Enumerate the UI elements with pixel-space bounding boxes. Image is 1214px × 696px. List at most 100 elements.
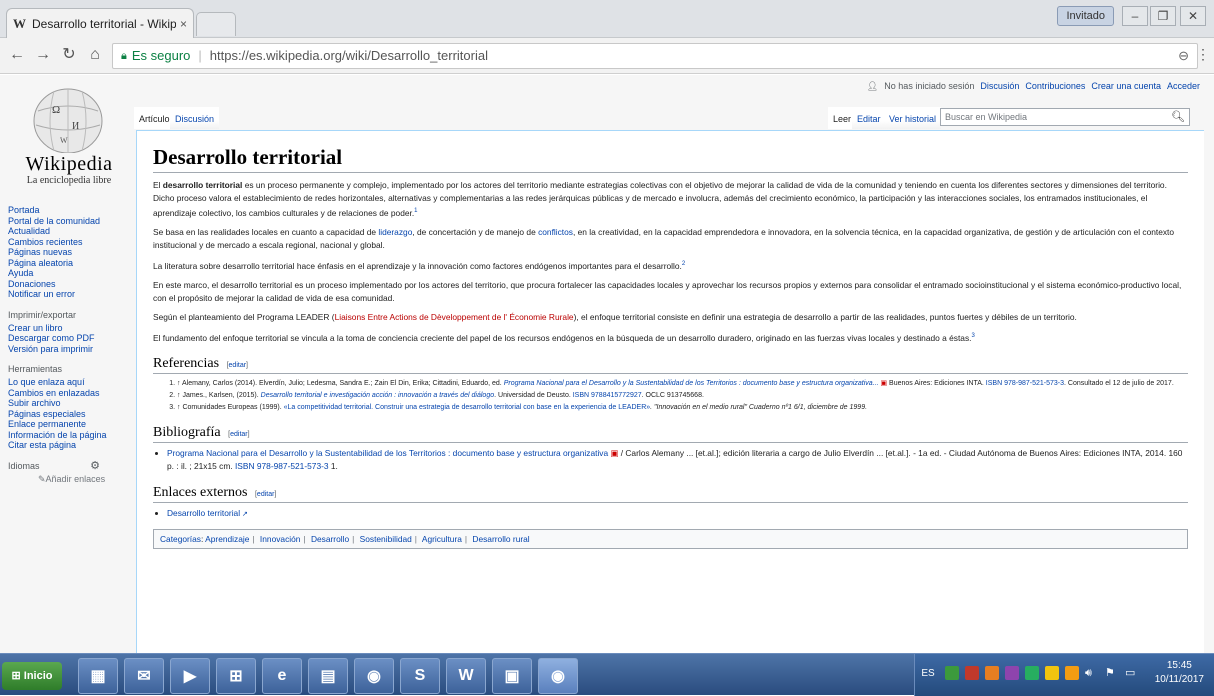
outlook-icon[interactable]: ✉ — [124, 658, 164, 694]
mail-icon[interactable] — [1045, 666, 1059, 680]
sidebar-item-descargar-pdf[interactable]: Descargar como PDF — [8, 333, 128, 344]
sidebar-item-pagina-aleatoria[interactable]: Página aleatoria — [8, 258, 128, 269]
edit-link[interactable]: editar — [257, 491, 275, 498]
sidebar-item-actualidad[interactable]: Actualidad — [8, 226, 128, 237]
network-app-icon[interactable] — [945, 666, 959, 680]
minimize-button[interactable]: – — [1122, 6, 1148, 26]
volume-icon[interactable]: 🔊︎ — [1085, 666, 1099, 680]
tab-close-icon[interactable]: × — [180, 17, 187, 31]
wikipedia-favicon-icon: W — [13, 15, 26, 31]
sidebar-item-citar-pagina[interactable]: Citar esta página — [8, 440, 128, 451]
sidebar-item-enlace-permanente[interactable]: Enlace permanente — [8, 419, 128, 430]
address-bar[interactable]: 🔒︎ Es seguro | https://es.wikipedia.org/… — [112, 43, 1198, 69]
home-icon[interactable]: ⌂ — [84, 44, 106, 66]
skype-icon[interactable]: S — [400, 658, 440, 694]
category-link[interactable]: Aprendizaje — [205, 534, 249, 544]
search-icon[interactable]: 🔍︎ — [1171, 109, 1185, 125]
add-languages-link[interactable]: ✎Añadir enlaces — [8, 474, 128, 485]
reference-link[interactable]: «La competitividad territorial. Construi… — [284, 404, 651, 411]
maximize-button[interactable]: ❐ — [1150, 6, 1176, 26]
sidebar-item-subir-archivo[interactable]: Subir archivo — [8, 398, 128, 409]
category-link[interactable]: Innovación — [260, 534, 301, 544]
apps-grid-icon[interactable]: ⊞ — [216, 658, 256, 694]
isbn-link[interactable]: ISBN 978-987-521-573-3 — [986, 380, 1064, 387]
sidebar-item-notificar-error[interactable]: Notificar un error — [8, 289, 128, 300]
zoom-icon[interactable]: ⊖ — [1178, 44, 1189, 68]
sidebar-item-lo-que-enlaza[interactable]: Lo que enlaza aquí — [8, 377, 128, 388]
external-link[interactable]: Desarrollo territorial — [167, 508, 240, 518]
contributions-link[interactable]: Contribuciones — [1025, 81, 1085, 92]
bibliography-link[interactable]: Programa Nacional para el Desarrollo y l… — [167, 448, 608, 458]
tab-discussion[interactable]: Discusión — [170, 107, 220, 129]
browser-tab[interactable]: W Desarrollo territorial - Wikip × — [6, 8, 194, 38]
tab-history[interactable]: Ver historial — [884, 107, 942, 129]
word-icon[interactable]: W — [446, 658, 486, 694]
sidebar-item-portada[interactable]: Portada — [8, 205, 128, 216]
reference-link[interactable]: Programa Nacional para el Desarrollo y l… — [504, 380, 879, 387]
create-account-link[interactable]: Crear una cuenta — [1091, 81, 1161, 92]
tray-app-icon[interactable] — [985, 666, 999, 680]
new-tab-button[interactable] — [196, 12, 236, 36]
chrome-active-icon[interactable]: ◉ — [538, 658, 578, 694]
category-link[interactable]: Desarrollo rural — [472, 534, 529, 544]
category-link[interactable]: Desarrollo — [311, 534, 349, 544]
sidebar-heading-tools[interactable]: Herramientas — [8, 364, 128, 374]
sidebar-heading-languages[interactable]: Idiomas ⚙ — [8, 460, 100, 471]
tab-edit[interactable]: Editar — [852, 107, 886, 129]
sidebar-item-ayuda[interactable]: Ayuda — [8, 268, 128, 279]
clock-tray-icon[interactable] — [1065, 666, 1079, 680]
tab-article[interactable]: Artículo — [134, 107, 175, 129]
isbn-link[interactable]: ISBN 978-987-521-573-3 — [235, 461, 329, 471]
categories-label[interactable]: Categorías — [160, 534, 201, 544]
tray-tool-icon[interactable] — [1005, 666, 1019, 680]
forward-arrow-icon[interactable]: → — [32, 44, 54, 66]
reload-icon[interactable]: ↻ — [58, 44, 80, 66]
chrome-icon[interactable]: ◉ — [354, 658, 394, 694]
isbn-link[interactable]: ISBN 9788415772927 — [573, 392, 642, 399]
sidebar-item-paginas-nuevas[interactable]: Páginas nuevas — [8, 247, 128, 258]
citation-link[interactable]: 2 — [682, 261, 685, 267]
link-liderazgo[interactable]: liderazgo — [378, 227, 412, 237]
category-link[interactable]: Agricultura — [422, 534, 462, 544]
tray-m-icon[interactable] — [1025, 666, 1039, 680]
sidebar-item-paginas-especiales[interactable]: Páginas especiales — [8, 409, 128, 420]
gear-icon[interactable]: ⚙ — [90, 460, 100, 471]
start-button[interactable]: ⊞ Inicio — [2, 662, 62, 690]
file-explorer-icon[interactable]: ▤ — [308, 658, 348, 694]
browser-menu-icon[interactable]: ⋮ — [1196, 46, 1210, 63]
pdf-app-icon[interactable]: ▦ — [78, 658, 118, 694]
sidebar-item-info-pagina[interactable]: Información de la página — [8, 430, 128, 441]
antivirus-icon[interactable] — [965, 666, 979, 680]
personal-discussion-link[interactable]: Discusión — [980, 81, 1019, 92]
edit-link[interactable]: editar — [230, 431, 248, 438]
sidebar-item-portal-comunidad[interactable]: Portal de la comunidad — [8, 216, 128, 227]
search-input[interactable]: Buscar en Wikipedia 🔍︎ — [940, 108, 1190, 126]
redlink-leader[interactable]: Liaisons Entre Actions de Dèveloppement … — [335, 312, 574, 322]
login-link[interactable]: Acceder — [1167, 81, 1200, 92]
sidebar-item-cambios-enlazadas[interactable]: Cambios en enlazadas — [8, 388, 128, 399]
wikipedia-globe-logo[interactable]: Ω И W — [20, 81, 116, 154]
media-player-icon[interactable]: ▶ — [170, 658, 210, 694]
back-arrow-icon[interactable]: ← — [6, 44, 28, 66]
citation-link[interactable]: 1 — [414, 208, 417, 214]
presentation-app-icon[interactable]: ▣ — [492, 658, 532, 694]
citation-link[interactable]: 3 — [971, 333, 974, 339]
internet-explorer-icon[interactable]: e — [262, 658, 302, 694]
language-indicator[interactable]: ES — [919, 664, 937, 684]
category-link[interactable]: Sostenibilidad — [360, 534, 412, 544]
reference-item: ↑ Comunidades Europeas (1999). «La compe… — [177, 402, 1188, 413]
wikipedia-wordmark[interactable]: Wikipedia — [4, 153, 134, 176]
edit-link[interactable]: editar — [229, 362, 247, 369]
network-icon[interactable]: ▭ — [1125, 666, 1139, 680]
flag-icon[interactable]: ⚑ — [1105, 666, 1119, 680]
sidebar-item-cambios-recientes[interactable]: Cambios recientes — [8, 237, 128, 248]
system-clock[interactable]: 15:45 10/11/2017 — [1155, 659, 1204, 687]
reference-link[interactable]: Desarrollo territorial e investigación a… — [261, 392, 494, 399]
sidebar-item-crear-libro[interactable]: Crear un libro — [8, 323, 128, 334]
link-conflictos[interactable]: conflictos — [538, 227, 573, 237]
sidebar-heading-print[interactable]: Imprimir/exportar — [8, 310, 128, 320]
sidebar-item-version-imprimir[interactable]: Versión para imprimir — [8, 344, 128, 355]
guest-profile-button[interactable]: Invitado — [1057, 6, 1114, 26]
close-window-button[interactable]: ✕ — [1180, 6, 1206, 26]
sidebar-item-donaciones[interactable]: Donaciones — [8, 279, 128, 290]
